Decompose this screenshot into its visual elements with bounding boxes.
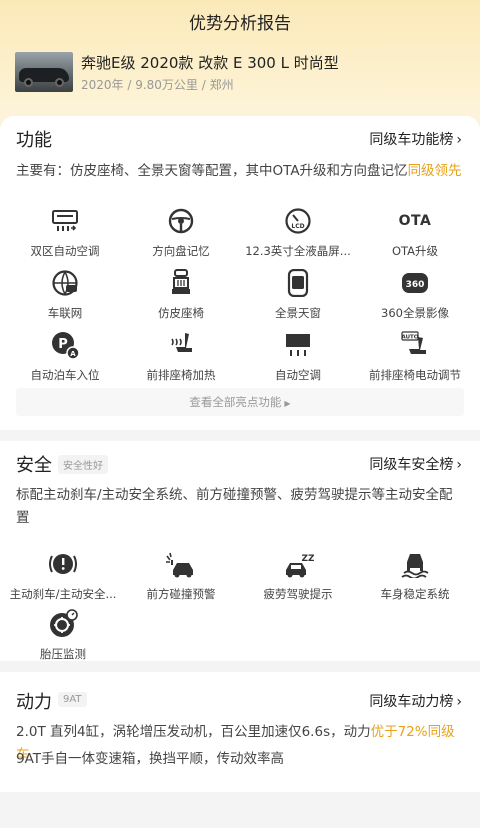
safety-title: 安全 [16,455,52,476]
power-section: 动力 9AT 同级车动力榜 › 2.0T 直列4缸，涡轮增压发动机，百公里加速仅6… [0,672,480,792]
auto-ac-icon [282,330,314,360]
power-rank-link[interactable]: 同级车动力榜 › [369,691,462,711]
svg-text:ZZ: ZZ [301,554,314,564]
svg-text:P: P [58,337,68,352]
chevron-right-icon: › [456,132,462,148]
safety-item[interactable]: 车身稳定系统 [355,549,475,602]
collision-warning-icon [165,549,197,579]
feature-item[interactable]: AUTO 前排座椅电动调节 [355,330,475,383]
car-name: 奔驰E级 2020款 改款 E 300 L 时尚型 [81,54,339,72]
features-rank-link[interactable]: 同级车功能榜 › [369,129,462,149]
features-desc: 主要有：仿皮座椅、全景天窗等配置，其中OTA升级和方向盘记忆同级领先 [16,163,462,179]
power-seat-icon: AUTO [399,330,431,360]
feature-item[interactable]: 自动空调 [238,330,358,383]
feature-item[interactable]: LCD 12.3英寸全液晶屏... [238,206,358,259]
safety-item[interactable]: 主动刹车/主动安全... [3,549,123,602]
safety-desc: 标配主动刹车/主动安全系统、前方碰撞预警、疲劳驾驶提示等主动安全配置 [16,487,453,526]
auto-parking-icon: PA [49,330,81,360]
feature-item[interactable]: OTA OTA升级 [355,206,475,259]
stability-control-icon [399,549,431,579]
feature-item[interactable]: 360 360全景影像 [355,268,475,321]
feature-item[interactable]: 双区自动空调 [5,206,125,259]
svg-text:AUTO: AUTO [402,335,419,341]
feature-item[interactable]: 车联网 [5,268,125,321]
features-highlight: 同级领先 [407,163,462,179]
chevron-right-icon: › [456,694,462,710]
safety-item[interactable]: 胎压监测 [3,609,123,662]
triangle-right-icon: ▶ [284,399,291,408]
safety-rank-link[interactable]: 同级车安全榜 › [369,454,462,474]
connected-car-icon [49,268,81,298]
view-all-features-button[interactable]: 查看全部亮点功能 ▶ [16,388,464,416]
safety-tag: 安全性好 [58,455,108,474]
feature-item[interactable]: 方向盘记忆 [121,206,241,259]
car-summary[interactable]: 奔驰E级 2020款 改款 E 300 L 时尚型 2020年 / 9.80万公… [15,52,465,96]
power-desc-line2: 9AT手自一体变速箱，换挡平顺，传动效率高 [16,751,285,767]
power-title: 动力 [16,692,52,713]
feature-item[interactable]: 仿皮座椅 [121,268,241,321]
ota-icon: OTA [398,213,432,229]
page-title: 优势分析报告 [189,14,291,34]
feature-item[interactable]: 前排座椅加热 [121,330,241,383]
safety-item[interactable]: ZZ 疲劳驾驶提示 [238,549,358,602]
camera-360-icon: 360 [399,268,431,298]
svg-text:LCD: LCD [291,223,304,230]
seat-heating-icon [165,330,197,360]
features-section: 功能 同级车功能榜 › 主要有：仿皮座椅、全景天窗等配置，其中OTA升级和方向盘记… [0,116,480,430]
chevron-right-icon: › [456,457,462,473]
feature-item[interactable]: PA 自动泊车入位 [5,330,125,383]
power-tag: 9AT [58,692,87,707]
leather-seat-icon [165,268,197,298]
car-thumbnail [15,52,73,92]
safety-section: 安全 安全性好 同级车安全榜 › 标配主动刹车/主动安全系统、前方碰撞预警、疲劳驾… [0,441,480,661]
svg-text:A: A [70,350,76,358]
svg-text:360: 360 [406,280,425,290]
safety-item[interactable]: 前方碰撞预警 [121,549,241,602]
dual-zone-ac-icon [49,206,81,236]
lcd-dashboard-icon: LCD [282,206,314,236]
car-meta: 2020年 / 9.80万公里 / 郑州 [81,78,234,92]
tire-pressure-icon [47,609,79,639]
panoramic-sunroof-icon [282,268,314,298]
steering-wheel-memory-icon [165,206,197,236]
features-title: 功能 [16,130,52,151]
active-brake-icon [47,549,79,579]
feature-item[interactable]: 全景天窗 [238,268,358,321]
fatigue-driving-icon: ZZ [282,549,314,579]
